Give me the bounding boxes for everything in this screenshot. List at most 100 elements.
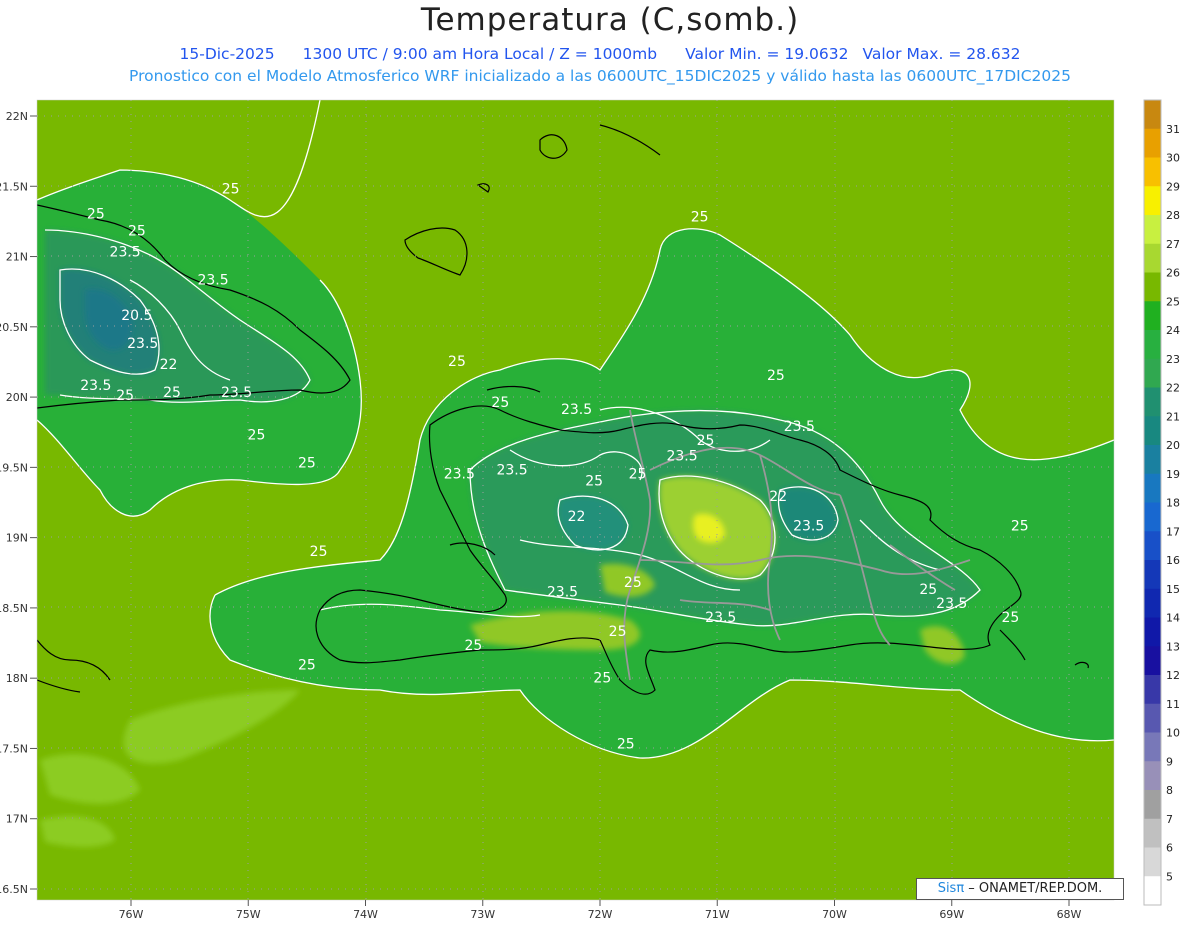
colorbar-swatch [1144, 703, 1161, 733]
colorbar-label: 22 [1166, 382, 1180, 395]
colorbar-swatch [1144, 473, 1161, 503]
contour-label: 23.5 [705, 610, 736, 626]
colorbar-swatch [1144, 157, 1161, 187]
colorbar-label: 14 [1166, 612, 1180, 625]
colorbar-label: 25 [1166, 295, 1180, 308]
lon-tick-label: 71W [705, 908, 730, 921]
colorbar-label: 24 [1166, 324, 1180, 337]
contour-label: 22 [160, 357, 178, 373]
colorbar-label: 5 [1166, 870, 1173, 883]
lon-tick-label: 69W [939, 908, 964, 921]
contour-label: 25 [767, 368, 785, 384]
contour-label: 25 [617, 736, 635, 752]
contour-label: 23.5 [197, 273, 228, 289]
colorbar-swatch [1144, 301, 1161, 331]
colorbar-swatch [1144, 790, 1161, 820]
contour-label: 25 [298, 658, 316, 674]
colorbar-label: 27 [1166, 238, 1180, 251]
contour-label: 25 [697, 433, 715, 449]
sis-logo: Sisπ [937, 881, 965, 896]
colorbar-swatch [1144, 502, 1161, 532]
credit-text: – ONAMET/REP.DOM. [964, 881, 1103, 896]
contour-label: 25 [464, 638, 482, 654]
contour-label: 25 [624, 575, 642, 591]
contour-label: 23.5 [221, 385, 252, 401]
lat-tick-label: 21.5N [0, 180, 28, 193]
colorbar-label: 12 [1166, 669, 1180, 682]
colorbar-label: 18 [1166, 497, 1180, 510]
colorbar-swatch [1144, 128, 1161, 158]
colorbar-label: 28 [1166, 209, 1180, 222]
lon-tick-label: 75W [236, 908, 261, 921]
contour-label: 25 [1011, 519, 1029, 535]
contour-label: 25 [629, 467, 647, 483]
colorbar-label: 16 [1166, 554, 1180, 567]
colorbar-label: 7 [1166, 813, 1173, 826]
contour-label: 23.5 [444, 467, 475, 483]
colorbar-swatch [1144, 330, 1161, 360]
contour-label: 25 [448, 354, 466, 370]
lat-tick-label: 22N [6, 110, 28, 123]
colorbar-swatch [1144, 761, 1161, 791]
colorbar-swatch [1144, 531, 1161, 561]
colorbar-label: 11 [1166, 698, 1180, 711]
contour-label: 25 [222, 181, 240, 197]
lon-tick-label: 72W [588, 908, 613, 921]
colorbar-label: 15 [1166, 583, 1180, 596]
colorbar-label: 10 [1166, 727, 1180, 740]
colorbar-swatch [1144, 416, 1161, 446]
contour-label: 25 [919, 582, 937, 598]
lat-tick-label: 18.5N [0, 602, 28, 615]
colorbar-swatch [1144, 847, 1161, 877]
contour-label: 22 [769, 489, 787, 505]
contour-label: 23.5 [547, 585, 578, 601]
contour-label: 23.5 [127, 336, 158, 352]
contour-label: 25 [298, 455, 316, 471]
colorbar-swatch [1144, 818, 1161, 848]
contour-label: 23.5 [80, 378, 111, 394]
contour-label: 25 [609, 624, 627, 640]
colorbar-label: 29 [1166, 180, 1180, 193]
colorbar-label: 31 [1166, 123, 1180, 136]
contour-label: 23.5 [936, 596, 967, 612]
contour-label: 25 [310, 544, 328, 560]
colorbar-label: 17 [1166, 525, 1180, 538]
colorbar-swatch [1144, 646, 1161, 676]
contour-label: 25 [248, 427, 266, 443]
contour-label: 25 [163, 385, 181, 401]
colorbar-label: 6 [1166, 842, 1173, 855]
contour-label: 23.5 [561, 402, 592, 418]
colorbar-label: 20 [1166, 439, 1180, 452]
contour-label: 25 [585, 474, 603, 490]
contour-label: 25 [593, 670, 611, 686]
contour-label: 25 [128, 223, 146, 239]
colorbar-label: 30 [1166, 152, 1180, 165]
contour-label: 23.5 [793, 519, 824, 535]
lat-tick-label: 20.5N [0, 321, 28, 334]
colorbar-label: 19 [1166, 468, 1180, 481]
lon-tick-label: 68W [1057, 908, 1082, 921]
contour-label: 23.5 [784, 419, 815, 435]
colorbar-swatch [1144, 215, 1161, 245]
map-field: 25252523.523.520.523.52223.525 25 23.52525… [37, 100, 1114, 900]
contour-label: 25 [1001, 610, 1019, 626]
colorbar-swatch [1144, 100, 1161, 130]
lat-tick-label: 21N [6, 251, 28, 264]
lon-tick-label: 73W [470, 908, 495, 921]
colorbar-swatch [1144, 387, 1161, 417]
lat-tick-label: 17N [6, 813, 28, 826]
colorbar-swatch [1144, 243, 1161, 273]
colorbar-label: 21 [1166, 410, 1180, 423]
colorbar-swatch [1144, 560, 1161, 590]
contour-label: 23.5 [110, 245, 141, 261]
lon-tick-label: 74W [353, 908, 378, 921]
lon-tick-label: 70W [822, 908, 847, 921]
colorbar-label: 8 [1166, 784, 1173, 797]
colorbar-label: 13 [1166, 640, 1180, 653]
contour-label: 25 [116, 388, 134, 404]
colorbar-swatch [1144, 445, 1161, 475]
lat-tick-label: 18N [6, 672, 28, 685]
colorbar-swatch [1144, 358, 1161, 388]
contour-label: 23.5 [666, 448, 697, 464]
colorbar-label: 26 [1166, 267, 1180, 280]
